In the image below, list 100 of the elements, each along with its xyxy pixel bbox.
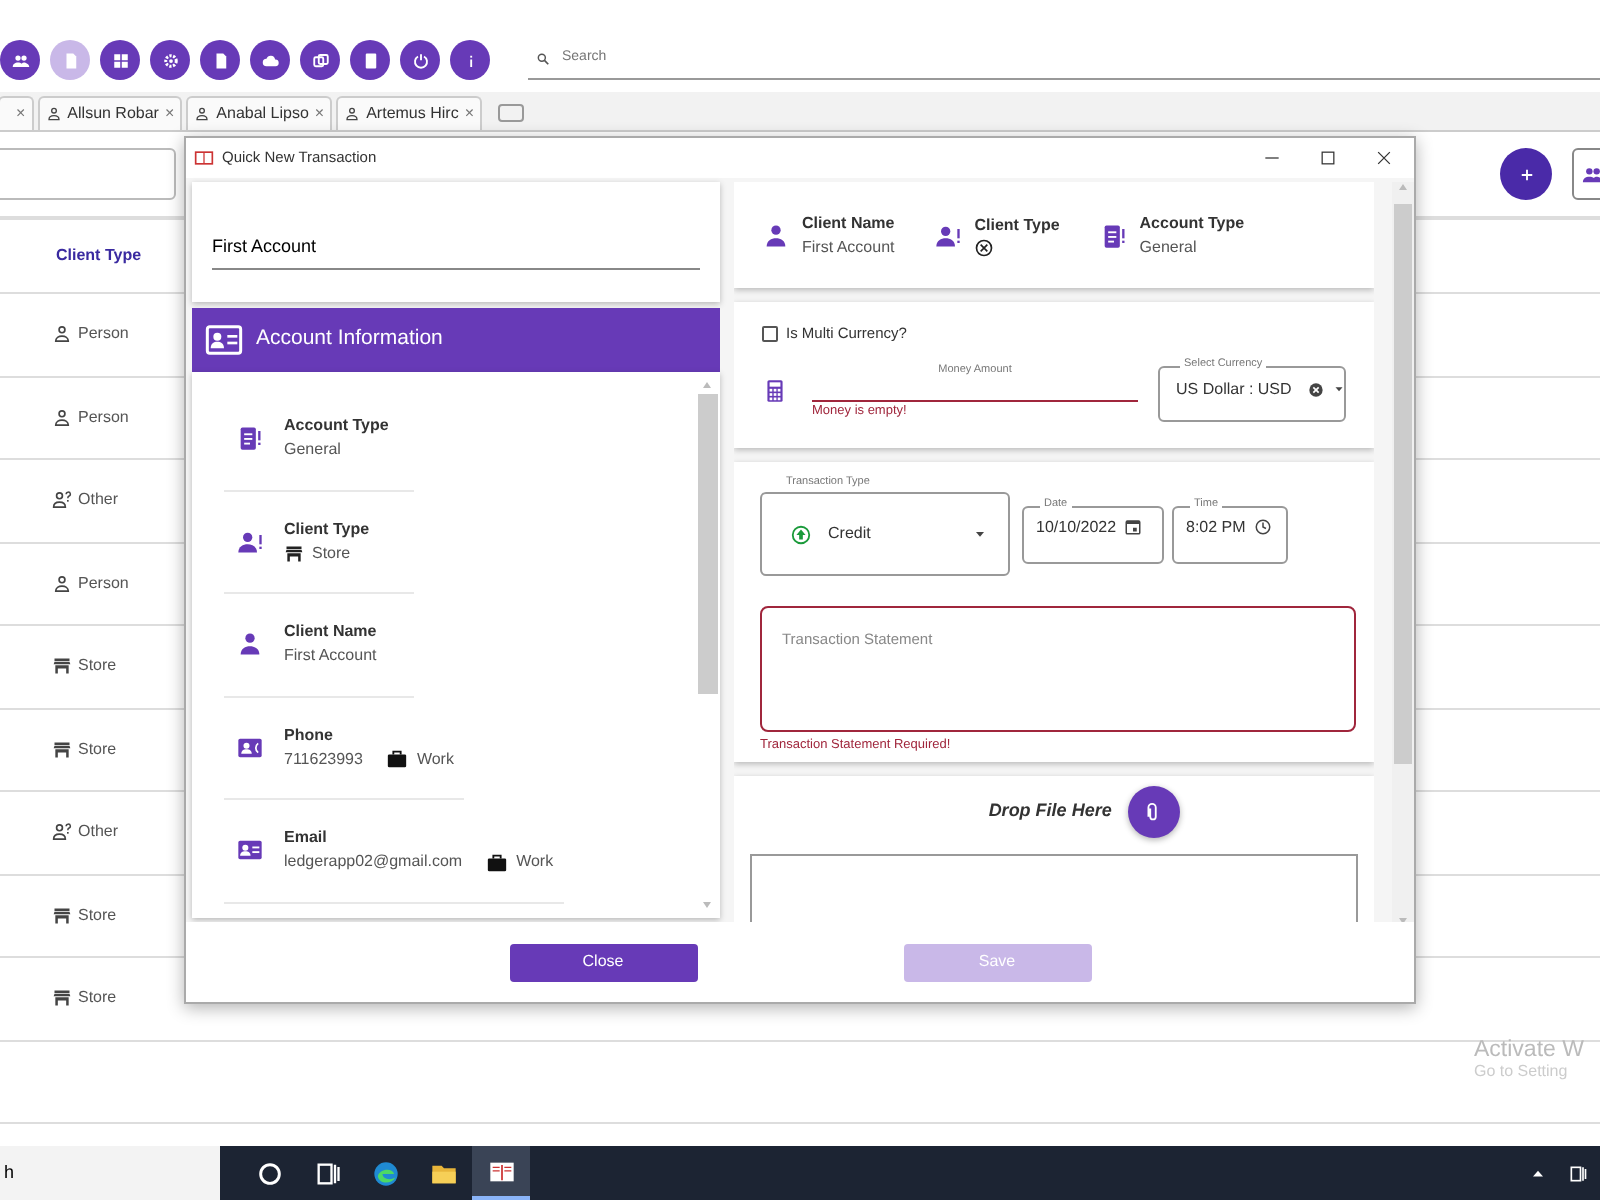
person-icon	[236, 630, 264, 659]
person-alert-icon	[934, 221, 963, 249]
table-cell: Person	[78, 322, 129, 347]
transaction-type-select[interactable]: Credit	[760, 492, 1010, 577]
tab[interactable]: ×	[0, 96, 34, 130]
copy-icon	[311, 51, 329, 69]
field-label: Account Type	[284, 414, 389, 439]
settings-icon	[161, 51, 179, 69]
drop-label: Drop File Here	[988, 798, 1112, 825]
arrow-up-circle-icon	[790, 523, 812, 546]
select-value: Credit	[828, 522, 871, 547]
person-question-icon	[52, 822, 72, 843]
close-button[interactable]: ×	[164, 102, 175, 126]
field-value: ledgerapp02@gmail.com	[284, 850, 463, 875]
people-icon	[1582, 163, 1600, 185]
attach-button[interactable]	[1127, 786, 1180, 838]
checkbox[interactable]	[762, 325, 778, 342]
browser-icon	[371, 1159, 399, 1187]
contact-card-icon	[236, 836, 264, 865]
field-label: Client Name	[284, 620, 377, 645]
toolbar-button[interactable]	[250, 40, 290, 80]
toolbar-button[interactable]	[150, 40, 190, 80]
toolbar-button[interactable]	[400, 40, 440, 80]
search-circle-icon	[255, 1159, 283, 1187]
close-icon	[1374, 148, 1394, 168]
store-icon	[284, 543, 304, 564]
tab[interactable]: Artemus Hirc ×	[336, 96, 482, 130]
cloud-icon	[261, 51, 279, 69]
field-value: Store	[312, 541, 351, 566]
tag-label: Work	[416, 747, 454, 772]
table-cell: Store	[78, 654, 117, 679]
activation-notice: Activate W	[1474, 1038, 1584, 1062]
person-icon	[52, 324, 72, 345]
store-icon	[52, 656, 72, 677]
close-button[interactable]: ×	[16, 102, 26, 126]
field-value: 10/10/2022	[1036, 515, 1117, 540]
close-button[interactable]: ×	[464, 102, 474, 126]
toolbar-button[interactable]	[200, 40, 240, 80]
contact-card-icon	[204, 320, 244, 360]
calendar-icon	[1124, 518, 1143, 537]
table-cell: Person	[78, 571, 129, 596]
plus-icon	[1517, 165, 1535, 183]
person-icon	[344, 106, 361, 122]
taskbar-search-field[interactable]: h	[0, 1146, 220, 1200]
tag-label: Work	[516, 850, 554, 875]
field-value: General	[1139, 235, 1197, 259]
contact-card-icon	[236, 733, 264, 762]
document-icon	[61, 51, 79, 69]
app-icon	[194, 148, 214, 168]
field-value: General	[284, 438, 341, 463]
caret-icon	[1331, 382, 1346, 397]
toolbar-button[interactable]	[350, 40, 390, 80]
document-icon	[211, 51, 229, 69]
taskbar-button[interactable]	[472, 1146, 530, 1200]
field-label: Account Type	[1139, 211, 1245, 235]
person-icon	[52, 573, 72, 594]
field-value: First Account	[802, 235, 895, 259]
table-cell: Person	[78, 405, 129, 430]
clear-icon	[1307, 381, 1324, 398]
scrollbar-thumb[interactable]	[697, 394, 717, 694]
account-card[interactable]: First Account	[192, 182, 720, 302]
scrollbar-thumb[interactable]	[1394, 204, 1413, 764]
table-cell: Other	[78, 488, 119, 513]
briefcase-icon	[386, 748, 409, 771]
table-cell: Other	[78, 820, 119, 845]
maximize-icon	[1318, 148, 1338, 168]
close-button[interactable]: ×	[314, 102, 325, 126]
toolbar-button[interactable]	[450, 40, 490, 80]
grid-icon	[111, 51, 129, 69]
task-view-icon	[313, 1159, 341, 1187]
tab[interactable]: Allsun Robar ×	[37, 96, 183, 130]
table-cell: Store	[78, 903, 117, 928]
person-icon	[194, 106, 211, 122]
table-cell: Store	[78, 737, 117, 762]
tab[interactable]: Anabal Lipso ×	[186, 96, 333, 130]
person-icon	[762, 221, 790, 249]
dialog-button[interactable]: Close	[509, 943, 697, 981]
store-icon	[52, 739, 72, 760]
field-label: Client Type	[284, 517, 370, 542]
toolbar-button[interactable]	[300, 40, 340, 80]
add-button[interactable]	[1500, 148, 1552, 200]
field-label: Client Name	[802, 211, 895, 235]
field-label: Phone	[284, 723, 335, 748]
store-icon	[52, 905, 72, 926]
new-tab-button[interactable]	[498, 104, 524, 122]
clipboard-icon	[236, 424, 264, 453]
search-icon	[536, 52, 550, 66]
briefcase-icon	[486, 851, 509, 874]
table-cell: Store	[78, 986, 117, 1011]
power-icon	[411, 51, 429, 69]
input-field[interactable]	[0, 148, 176, 200]
store-icon	[52, 988, 72, 1009]
person-alert-icon	[236, 527, 264, 556]
people-icon	[11, 51, 29, 69]
field-value: 8:02 PM	[1186, 515, 1246, 540]
toolbar-button[interactable]	[100, 40, 140, 80]
field-label: Client Type	[974, 213, 1060, 237]
column-header[interactable]: Client Type	[56, 244, 142, 268]
device-icon	[1568, 1163, 1588, 1183]
toolbar-button[interactable]	[0, 40, 40, 80]
